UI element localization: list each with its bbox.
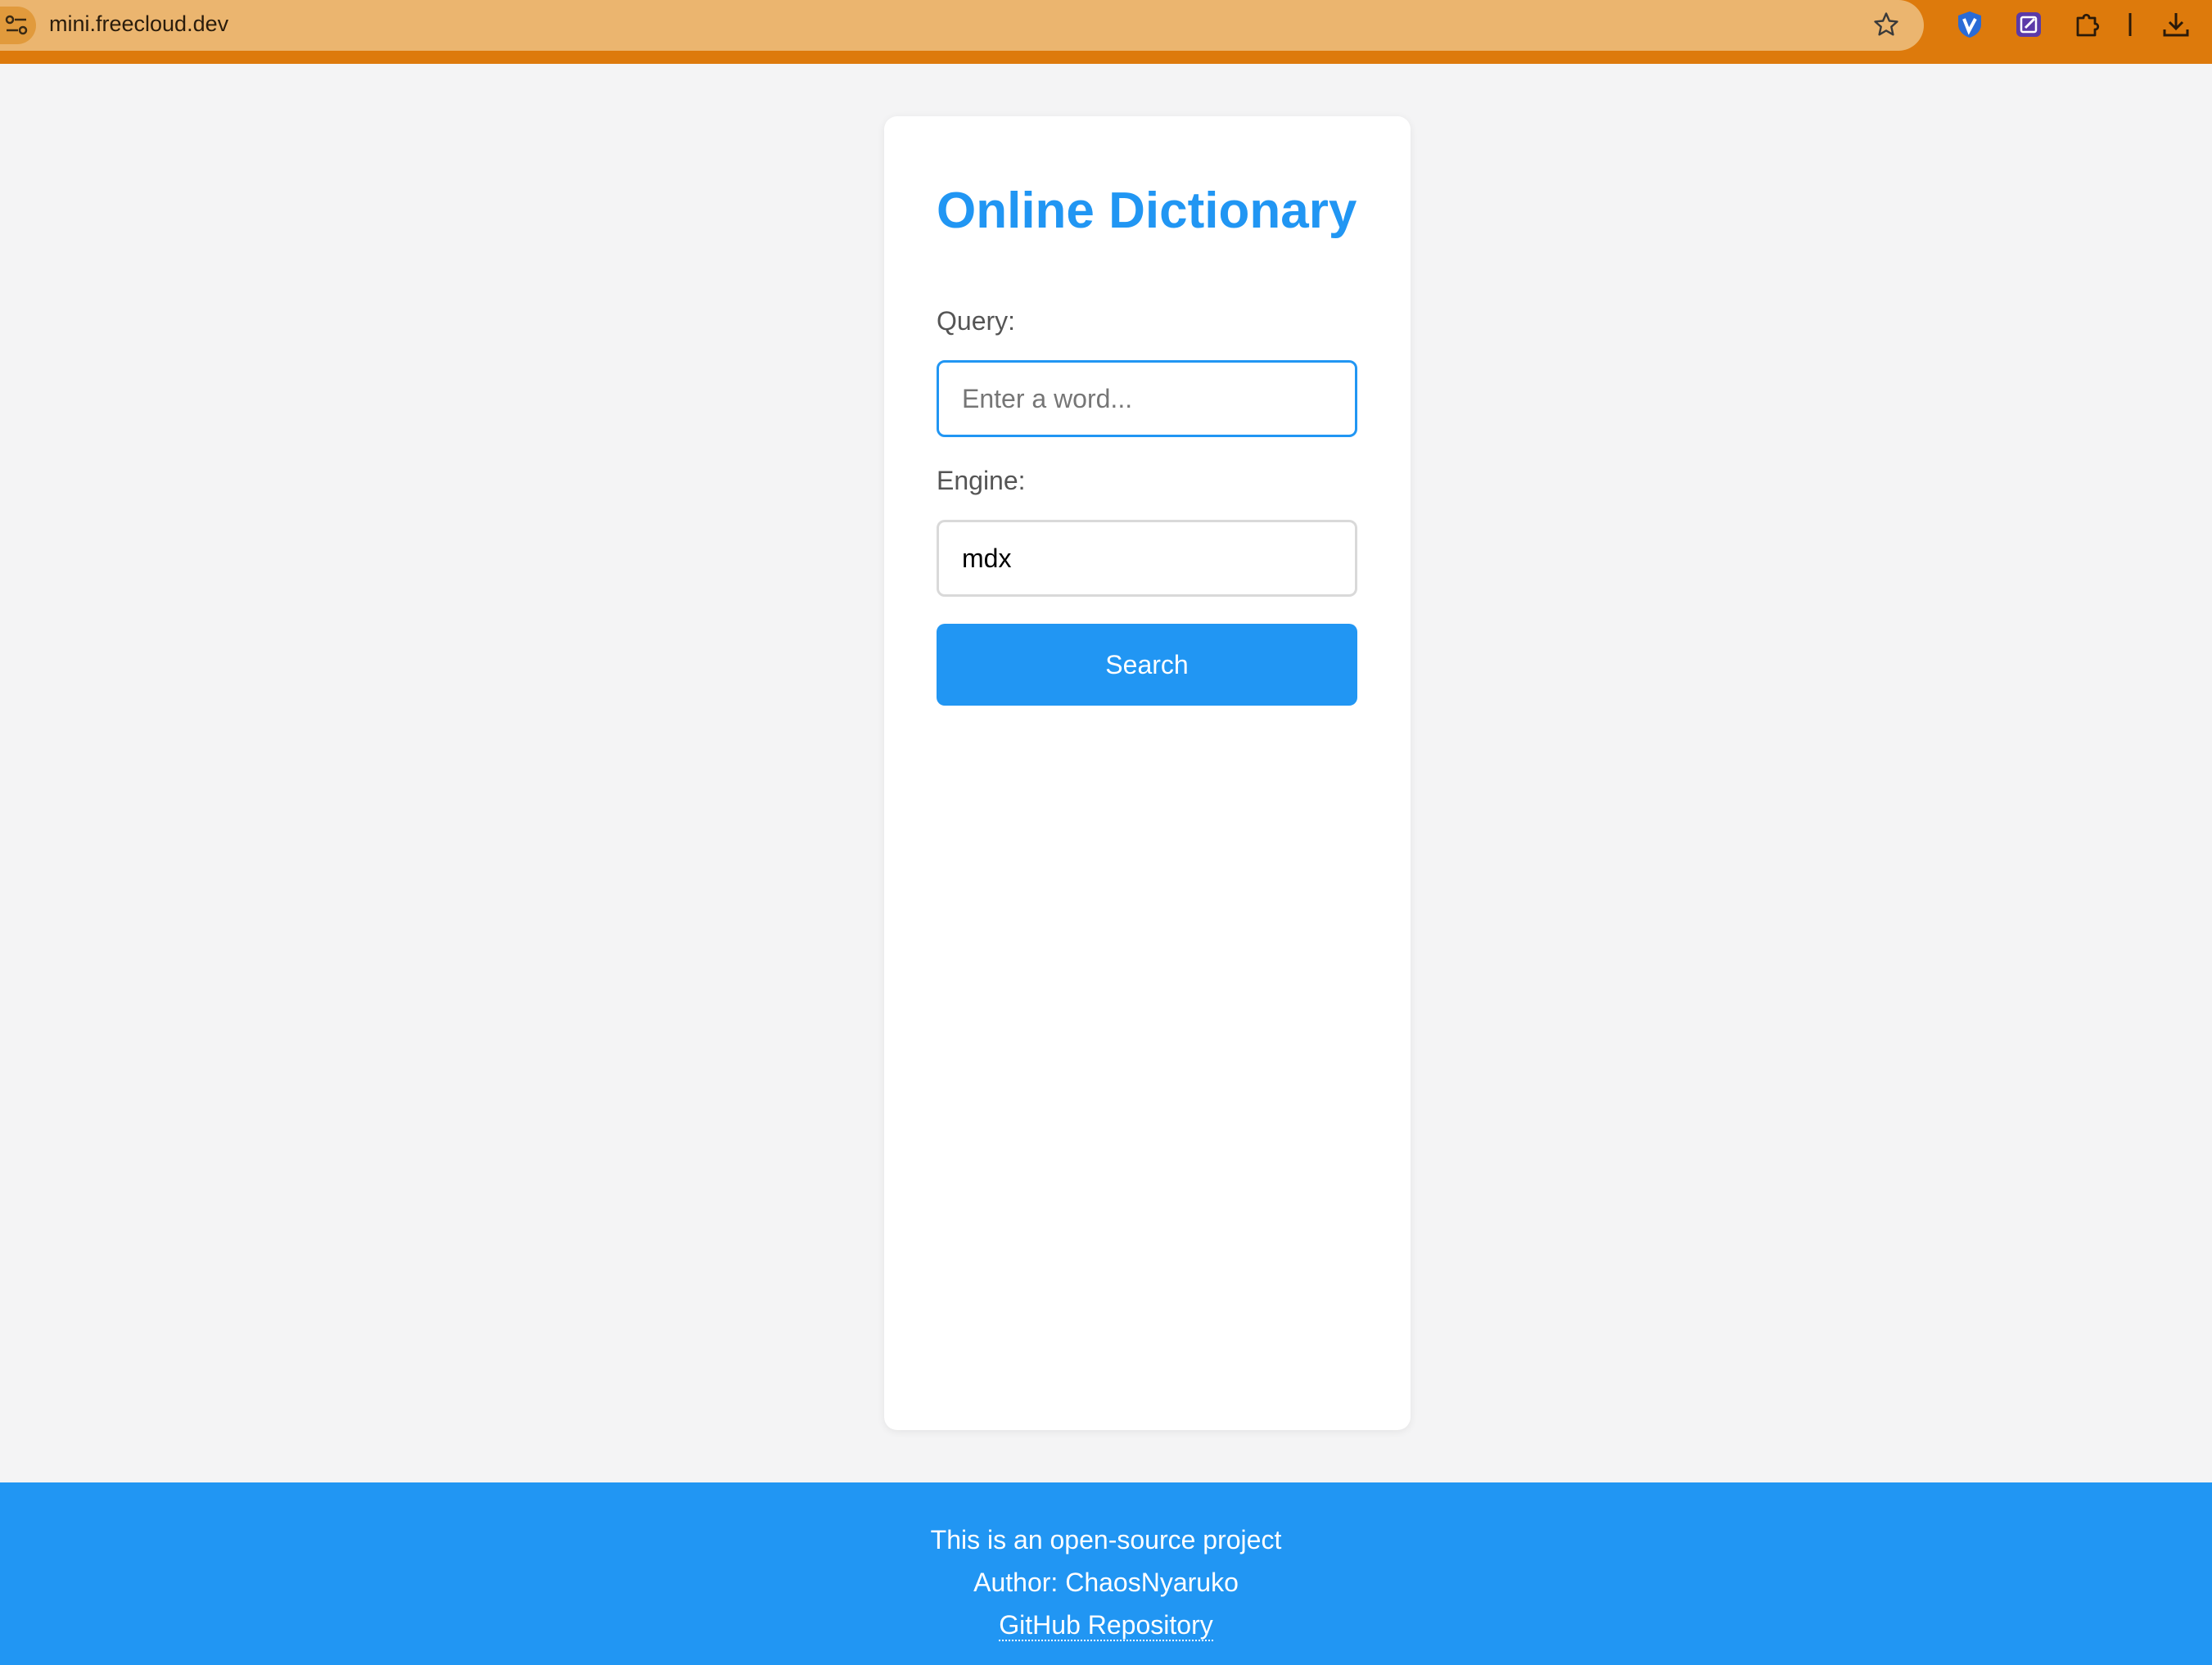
dictionary-card: Online Dictionary Query: Engine: Search xyxy=(884,116,1411,1430)
bookmark-star-icon[interactable] xyxy=(1871,10,1901,43)
url-text[interactable]: mini.freecloud.dev xyxy=(49,11,228,37)
footer: This is an open-source project Author: C… xyxy=(0,1482,2212,1665)
address-bar[interactable]: mini.freecloud.dev xyxy=(0,0,1924,51)
footer-link-row: GitHub Repository xyxy=(0,1610,2212,1641)
search-button[interactable]: Search xyxy=(937,624,1357,706)
query-input[interactable] xyxy=(937,360,1357,437)
extensions-puzzle-icon[interactable] xyxy=(2073,10,2102,43)
engine-label: Engine: xyxy=(937,466,1026,495)
query-label: Query: xyxy=(937,306,1016,336)
browser-toolbar: mini.freecloud.dev xyxy=(0,0,2212,64)
site-settings-icon[interactable] xyxy=(0,7,36,44)
page-title: Online Dictionary xyxy=(937,183,1357,239)
download-icon[interactable] xyxy=(2161,10,2191,43)
vpn-extension-icon[interactable] xyxy=(1955,10,1984,43)
github-repository-link[interactable]: GitHub Repository xyxy=(999,1610,1213,1641)
toolbar-divider xyxy=(2127,10,2133,43)
footer-author-text: Author: ChaosNyaruko xyxy=(973,1568,1239,1597)
footer-project-text: This is an open-source project xyxy=(930,1525,1282,1554)
notes-extension-icon[interactable] xyxy=(2014,10,2043,43)
engine-input[interactable] xyxy=(937,520,1357,597)
